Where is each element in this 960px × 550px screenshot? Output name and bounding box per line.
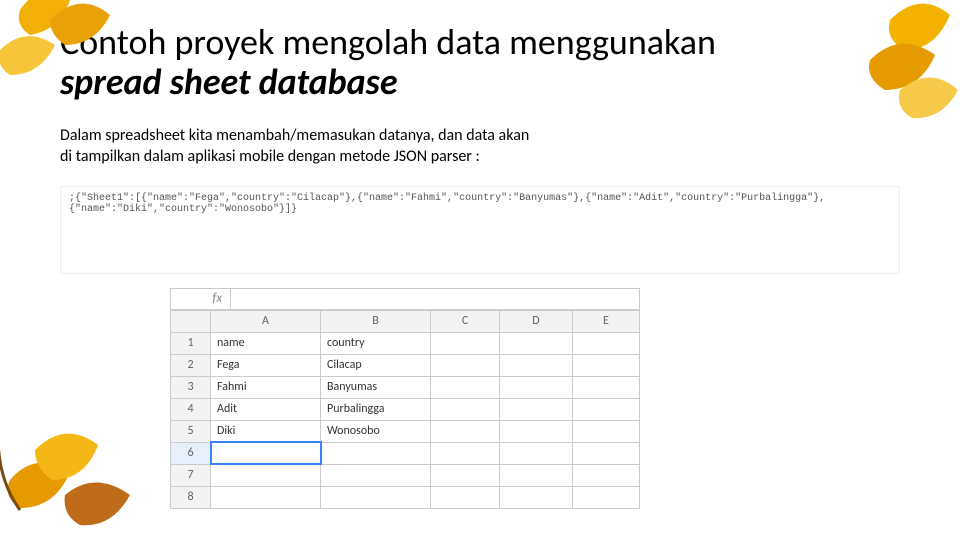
cell[interactable] [321,442,431,464]
cell[interactable] [500,420,573,442]
cell[interactable]: Cilacap [321,354,431,376]
formula-input[interactable] [231,289,639,309]
json-output-box: ;{"Sheet1":[{"name":"Fega","country":"Ci… [60,186,900,274]
row-header[interactable]: 7 [171,464,211,486]
row-header[interactable]: 2 [171,354,211,376]
cell[interactable] [431,332,500,354]
table-row: 6 [171,442,640,464]
cell[interactable]: Fahmi [211,376,321,398]
cell[interactable]: Banyumas [321,376,431,398]
spreadsheet-grid: A B C D E 1 name country 2 Fega Cilacap [170,310,640,509]
table-row: 4 Adit Purbalingga [171,398,640,420]
cell[interactable] [500,332,573,354]
cell-active[interactable] [211,442,321,464]
col-header-c[interactable]: C [431,310,500,332]
cell[interactable] [431,420,500,442]
cell[interactable] [500,464,573,486]
cell[interactable] [500,486,573,508]
table-row: 8 [171,486,640,508]
cell[interactable] [572,464,639,486]
table-row: 2 Fega Cilacap [171,354,640,376]
row-header[interactable]: 1 [171,332,211,354]
cell[interactable]: Adit [211,398,321,420]
leaf-decoration-top-left [0,0,140,120]
cell[interactable] [431,376,500,398]
cell[interactable] [211,486,321,508]
description-text: Dalam spreadsheet kita menambah/memasuka… [60,126,540,168]
cell[interactable] [572,376,639,398]
row-header[interactable]: 3 [171,376,211,398]
row-header[interactable]: 4 [171,398,211,420]
cell[interactable]: Diki [211,420,321,442]
cell[interactable] [572,354,639,376]
col-header-e[interactable]: E [572,310,639,332]
cell[interactable] [431,464,500,486]
cell[interactable] [211,464,321,486]
spreadsheet: fx A B C D E 1 name country [170,288,640,509]
table-row: 5 Diki Wonosobo [171,420,640,442]
cell[interactable]: Purbalingga [321,398,431,420]
cell[interactable] [500,398,573,420]
cell[interactable]: name [211,332,321,354]
cell[interactable]: country [321,332,431,354]
col-header-a[interactable]: A [211,310,321,332]
cell[interactable] [321,464,431,486]
leaf-decoration-bottom-left [0,400,150,550]
cell[interactable] [431,398,500,420]
title-line-1: Contoh proyek mengolah data menggunakan [60,20,900,64]
cell[interactable]: Fega [211,354,321,376]
table-row: 3 Fahmi Banyumas [171,376,640,398]
cell[interactable] [431,354,500,376]
cell[interactable] [572,398,639,420]
col-header-d[interactable]: D [500,310,573,332]
title-line-2: spread sheet database [60,60,900,104]
cell[interactable] [572,332,639,354]
cell[interactable] [500,376,573,398]
cell[interactable] [431,442,500,464]
row-header[interactable]: 6 [171,442,211,464]
leaf-decoration-top-right [830,0,960,140]
cell[interactable] [572,420,639,442]
cell[interactable] [321,486,431,508]
corner-cell[interactable] [171,310,211,332]
column-header-row: A B C D E [171,310,640,332]
table-row: 7 [171,464,640,486]
formula-bar: fx [170,288,640,310]
cell[interactable] [500,442,573,464]
cell[interactable] [572,486,639,508]
row-header[interactable]: 8 [171,486,211,508]
col-header-b[interactable]: B [321,310,431,332]
cell[interactable] [500,354,573,376]
row-header[interactable]: 5 [171,420,211,442]
fx-label: fx [171,289,231,309]
cell[interactable]: Wonosobo [321,420,431,442]
table-row: 1 name country [171,332,640,354]
cell[interactable] [572,442,639,464]
cell[interactable] [431,486,500,508]
